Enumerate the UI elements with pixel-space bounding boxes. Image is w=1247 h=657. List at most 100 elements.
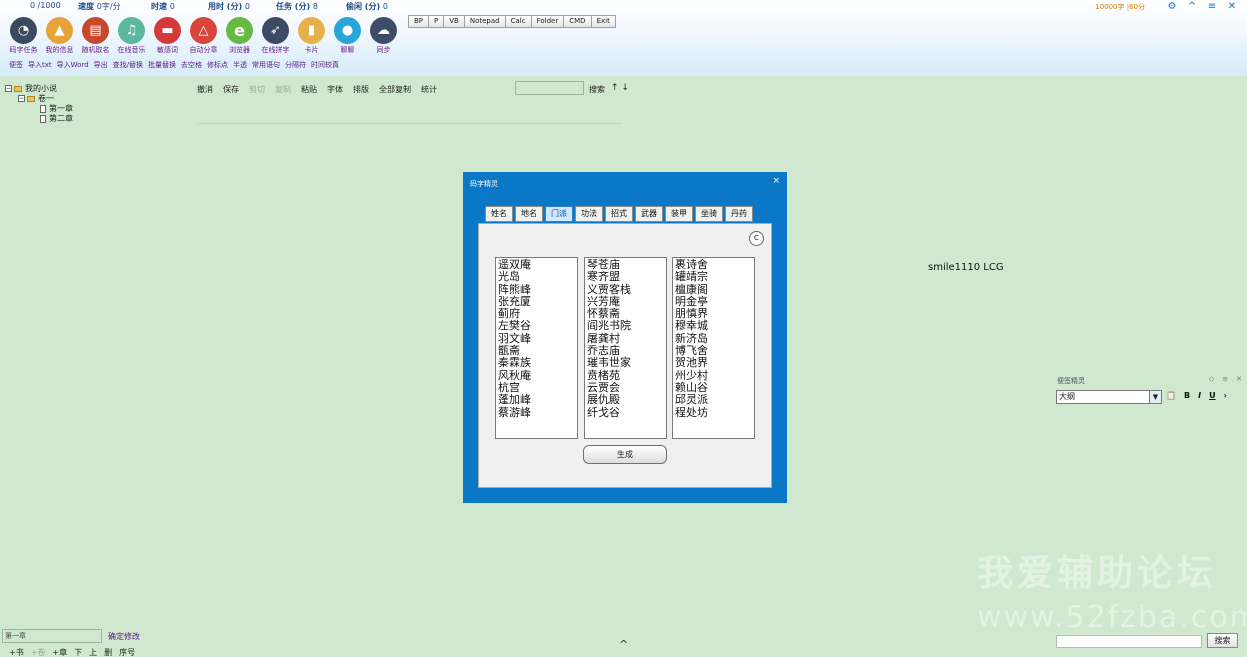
dialog-tab[interactable]: 装甲 [665, 206, 693, 222]
edit-action[interactable]: 全部复制 [379, 84, 411, 95]
music-note-icon[interactable]: ♫ [118, 17, 145, 44]
chevron-right-icon[interactable]: › [1224, 391, 1227, 400]
list-item[interactable]: 穆幸城 [675, 320, 752, 333]
toolbar-button[interactable]: ● 聊聊 [329, 17, 366, 55]
menu-item[interactable]: 导入txt [28, 60, 52, 70]
edit-action[interactable]: 字体 [327, 84, 343, 95]
dialog-tab[interactable]: 丹药 [725, 206, 753, 222]
name-list-2[interactable]: 琴苍庙 寒齐盟 义贾客栈 兴芳庵 怀蔡斋 阎兆书院 屠龚村 乔志庙 璀韦世家 贲楮苑 云贾会 展仇殿纤… [584, 257, 667, 439]
settings-gear-icon[interactable]: ⚙ [1167, 1, 1177, 12]
chat-bubble-icon[interactable]: ● [334, 17, 361, 44]
quick-button-folder[interactable]: Folder [530, 15, 565, 28]
dialog-tab[interactable]: 功法 [575, 206, 603, 222]
no-entry-icon[interactable]: ▬ [154, 17, 181, 44]
list-item[interactable]: 贺池界 [675, 357, 752, 370]
chapter-name-input[interactable]: 第一章 [2, 629, 102, 643]
tree-action-button[interactable]: +书 [9, 647, 24, 657]
list-item[interactable]: 寒齐盟 [587, 270, 664, 283]
clipboard-icon[interactable]: 📋 [1166, 391, 1176, 400]
quick-button-cmd[interactable]: CMD [563, 15, 592, 28]
dialog-tab[interactable]: 姓名 [485, 206, 513, 222]
tree-chapter[interactable]: 第二章 [40, 113, 73, 124]
gauge-icon[interactable]: ◔ [10, 17, 37, 44]
menu-item[interactable]: 查找/替换 [113, 60, 143, 70]
list-item[interactable]: 邱灵派 [675, 393, 752, 406]
menu-item[interactable]: 导入Word [57, 60, 89, 70]
quick-button-vb[interactable]: VB [443, 15, 465, 28]
minimize-icon[interactable]: ≡ [1207, 1, 1217, 12]
edit-action[interactable]: 粘贴 [301, 84, 317, 95]
graduation-cap-icon[interactable]: ▲ [46, 17, 73, 44]
list-item[interactable]: 蔡游峰 [498, 406, 575, 419]
quick-button-notepad[interactable]: Notepad [463, 15, 506, 28]
toolbar-button[interactable]: ☁ 同步 [365, 17, 402, 55]
toolbar-button[interactable]: ▬ 敏感词 [149, 17, 186, 55]
list-item[interactable]: 左樊谷 [498, 320, 575, 333]
search-input[interactable] [515, 81, 584, 95]
menu-item[interactable]: 导出 [94, 60, 108, 70]
chevron-down-icon[interactable]: ▼ [1149, 391, 1161, 403]
list-item[interactable]: 光岛 [498, 270, 575, 283]
menu-item[interactable]: 去空格 [181, 60, 202, 70]
dialog-tab[interactable]: 武器 [635, 206, 663, 222]
menu-item[interactable]: 时间较真 [311, 60, 339, 70]
quick-button-calc[interactable]: Calc [504, 15, 532, 28]
list-item[interactable]: 纤戈谷 [587, 406, 664, 419]
toolbar-button[interactable]: △ 自动分章 [185, 17, 222, 55]
edit-action[interactable]: 撤消 [197, 84, 213, 95]
toolbar-button[interactable]: ▲ 我的信息 [41, 17, 78, 55]
clear-button[interactable]: C [749, 231, 764, 246]
compass-icon[interactable]: △ [190, 17, 217, 44]
list-item[interactable]: 程处坊 [675, 406, 752, 419]
tree-action-button[interactable]: 上 [89, 647, 97, 657]
dialog-tab[interactable]: 门派 [545, 206, 573, 222]
notes-category-select[interactable]: 大纲 ▼ [1056, 390, 1162, 404]
list-item[interactable]: 阎兆书院 [587, 320, 664, 333]
search-button[interactable]: 搜索 [589, 84, 605, 95]
toolbar-button[interactable]: ▤ 随机取名 [77, 17, 114, 55]
collapse-icon[interactable]: ^ [1187, 1, 1197, 12]
list-item[interactable]: 展仇殿 [587, 393, 664, 406]
tree-action-button[interactable]: +章 [52, 647, 67, 657]
name-list-3[interactable]: 裹诗舍 罐靖宗 檀康阁 明金亭 朋慎界 穆幸城 新济岛 博飞舍 贺池界 州少村 赖山谷 邱灵派 程处坊 [672, 257, 755, 439]
tree-action-button[interactable]: 下 [74, 647, 82, 657]
list-item[interactable]: 蓬加峰 [498, 393, 575, 406]
menu-item[interactable]: 修标点 [207, 60, 228, 70]
list-item[interactable]: 璀韦世家 [587, 357, 664, 370]
edit-action[interactable]: 统计 [421, 84, 437, 95]
confirm-edit-link[interactable]: 确定修改 [108, 631, 140, 642]
menu-item[interactable]: 分隔符 [285, 60, 306, 70]
close-icon[interactable]: ✕ [1236, 375, 1242, 383]
bottom-search-input[interactable] [1056, 635, 1202, 648]
dialog-tab[interactable]: 招式 [605, 206, 633, 222]
toolbar-button[interactable]: e 浏览器 [221, 17, 258, 55]
close-icon[interactable]: ✕ [1227, 1, 1237, 12]
quick-button-p[interactable]: P [428, 15, 445, 28]
dialog-tab[interactable]: 坐骑 [695, 206, 723, 222]
dialog-close-icon[interactable]: × [772, 176, 780, 186]
underline-button[interactable]: U [1209, 391, 1216, 400]
toolbar-button[interactable]: ♫ 在线音乐 [113, 17, 150, 55]
edit-action[interactable]: 排版 [353, 84, 369, 95]
cloud-icon[interactable]: ☁ [370, 17, 397, 44]
collapse-box-icon[interactable]: − [18, 95, 25, 102]
tree-action-button[interactable]: 删 [104, 647, 112, 657]
quick-button-exit[interactable]: Exit [590, 15, 616, 28]
list-item[interactable]: 罐靖宗 [675, 270, 752, 283]
bold-button[interactable]: B [1184, 391, 1190, 400]
menu-item[interactable]: 便签 [9, 60, 23, 70]
tree-action-button[interactable]: 序号 [119, 647, 135, 657]
list-item[interactable]: 秦霖族 [498, 357, 575, 370]
bookmark-icon[interactable]: ▮ [298, 17, 325, 44]
collapse-box-icon[interactable]: − [5, 85, 12, 92]
menu-item[interactable]: 常用语句 [252, 60, 280, 70]
italic-button[interactable]: I [1198, 391, 1201, 400]
dialog-tab[interactable]: 地名 [515, 206, 543, 222]
name-list-1[interactable]: 遥双庵 光岛 阵熊峰 张充厦 蓟府 左樊谷 羽文峰 甑斋 秦霖族 风秋庵 杭宫 蓬加峰 蔡游峰 [495, 257, 578, 439]
search-direction-arrows[interactable]: ↑ ↓ [611, 83, 629, 93]
menu-item[interactable]: 批量替换 [148, 60, 176, 70]
edit-action[interactable]: 保存 [223, 84, 239, 95]
pin-icon[interactable]: ◇ [1209, 375, 1214, 383]
menu-item[interactable]: 半透 [233, 60, 247, 70]
toolbar-button[interactable]: ▮ 卡片 [293, 17, 330, 55]
